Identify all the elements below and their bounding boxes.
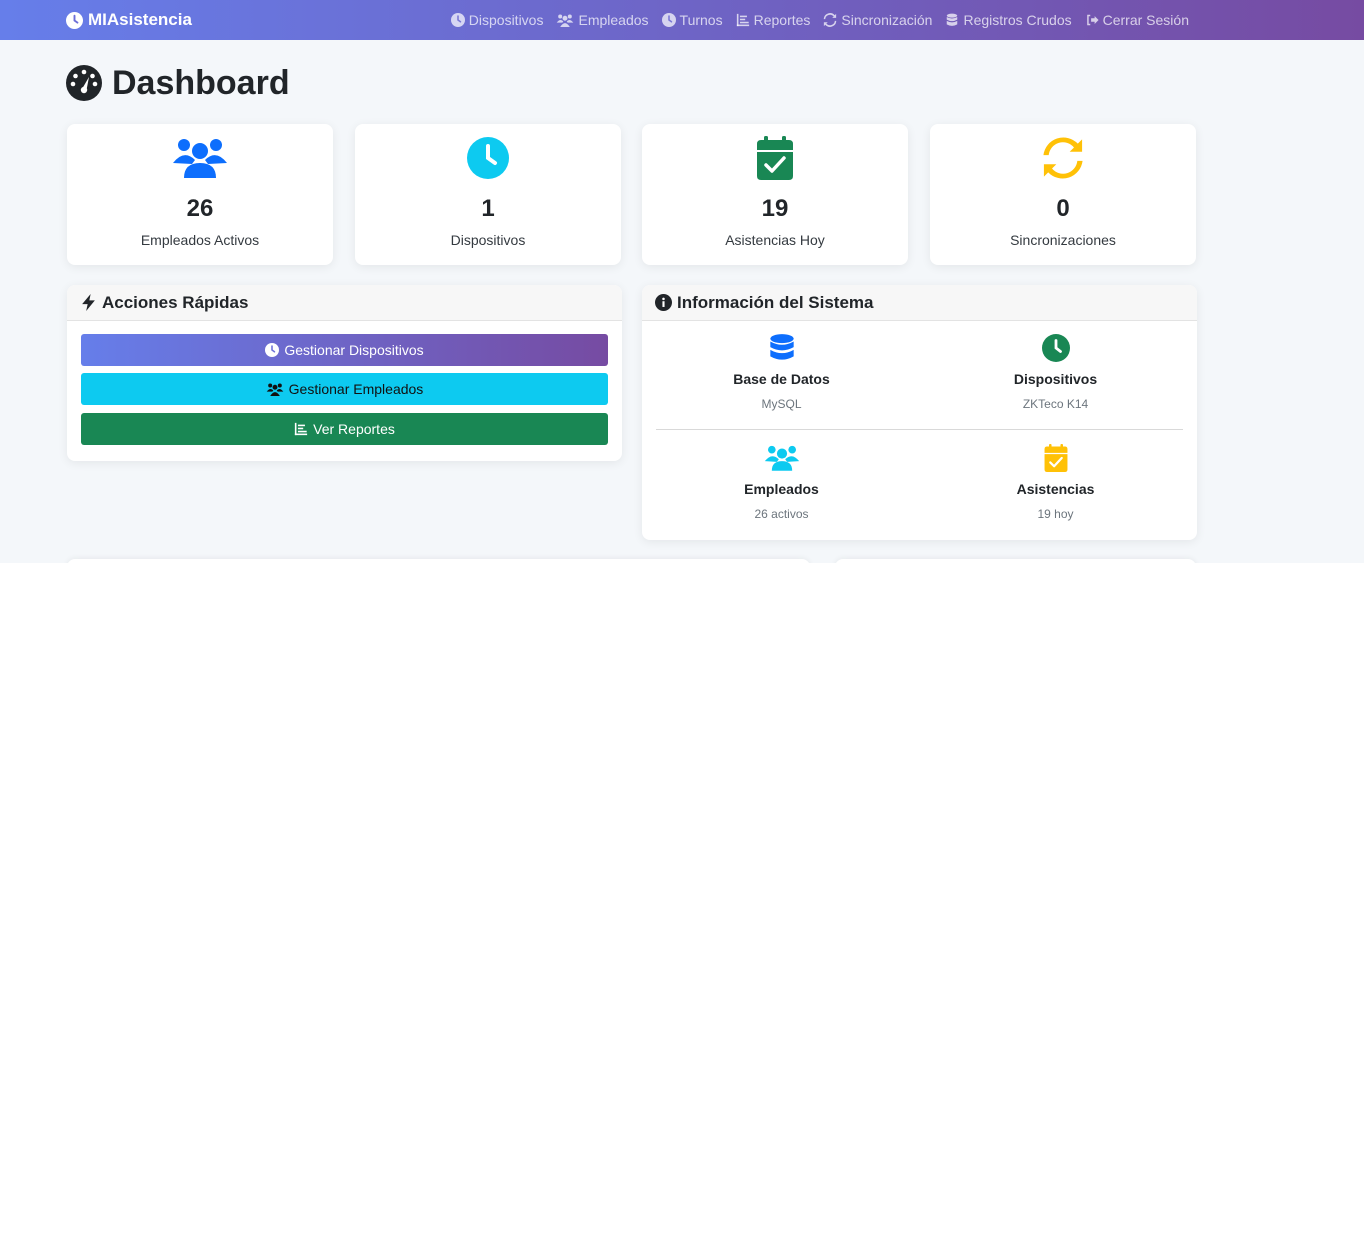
nav-link-label: Sincronización — [841, 12, 933, 28]
nav-link-label: Turnos — [679, 12, 723, 28]
info-devices: Dispositivos ZKTeco K14 — [923, 334, 1188, 411]
nav-link-empleados[interactable]: Empleados — [556, 12, 649, 28]
nav-link-label: Empleados — [578, 12, 649, 28]
stat-card-dispositivos: 1 Dispositivos — [355, 124, 621, 265]
info-value: MySQL — [761, 397, 802, 411]
nav-link-label: Reportes — [753, 12, 811, 28]
stat-value: 19 — [761, 195, 789, 222]
main-content: Dashboard 26 Empleados Activos 1 Disposi… — [0, 40, 1364, 563]
nav-link-dispositivos[interactable]: Dispositivos — [450, 12, 544, 28]
nav-link-label: Registros Crudos — [963, 12, 1072, 28]
info-title: Dispositivos — [1013, 371, 1098, 387]
nav-link-turnos[interactable]: Turnos — [661, 12, 723, 28]
stat-label: Empleados Activos — [140, 232, 260, 248]
stat-value: 0 — [1056, 195, 1070, 222]
nav-link-sincronizacion[interactable]: Sincronización — [823, 12, 932, 28]
stat-value: 1 — [481, 195, 495, 222]
manage-employees-button[interactable]: Gestionar Empleados — [81, 373, 608, 405]
system-info-title: Información del Sistema — [677, 292, 874, 312]
clock-icon — [467, 137, 509, 179]
nav-link-cerrar-sesion[interactable]: Cerrar Sesión — [1085, 12, 1189, 28]
info-title: Empleados — [744, 481, 819, 497]
info-value: 26 activos — [754, 507, 809, 521]
button-label: Ver Reportes — [313, 421, 395, 437]
quick-actions-header: Acciones Rápidas — [67, 285, 622, 321]
database-icon — [947, 13, 958, 26]
clock-icon — [450, 13, 465, 27]
calendar-check-icon — [1044, 444, 1067, 472]
stat-value: 26 — [186, 195, 214, 222]
database-icon — [769, 334, 794, 360]
info-attendance: Asistencias 19 hoy — [923, 444, 1188, 521]
brand-name: MIAsistencia — [88, 10, 192, 29]
users-icon — [764, 445, 799, 471]
info-employees: Empleados 26 activos — [649, 444, 914, 521]
info-value: ZKTeco K14 — [1022, 397, 1089, 411]
system-info-header: Información del Sistema — [642, 285, 1197, 321]
brand-link[interactable]: MIAsistencia — [66, 0, 192, 40]
sync-icon — [1043, 137, 1083, 179]
users-icon — [266, 383, 283, 396]
sync-icon — [824, 13, 837, 27]
info-title: Asistencias — [1016, 481, 1095, 497]
clock-icon — [1041, 334, 1070, 362]
nav-link-label: Dispositivos — [468, 12, 544, 28]
manage-devices-button[interactable]: Gestionar Dispositivos — [81, 334, 608, 366]
stat-label: Asistencias Hoy — [725, 232, 825, 248]
stat-card-asistencias: 19 Asistencias Hoy — [642, 124, 908, 265]
quick-actions-title: Acciones Rápidas — [102, 292, 249, 312]
lower-card-right — [835, 559, 1196, 563]
clock-icon — [66, 11, 83, 29]
info-value: 19 hoy — [1037, 507, 1074, 521]
info-divider — [656, 429, 1183, 430]
nav-link-registros-crudos[interactable]: Registros Crudos — [945, 12, 1072, 28]
users-icon — [557, 14, 574, 27]
nav-link-reportes[interactable]: Reportes — [736, 12, 811, 28]
page-title: Dashboard — [66, 62, 290, 104]
nav-link-label: Cerrar Sesión — [1102, 12, 1189, 28]
users-icon — [173, 139, 227, 178]
lower-card-left — [67, 559, 810, 563]
nav-links: Dispositivos Empleados Turnos Reportes S… — [450, 0, 1189, 40]
button-label: Gestionar Empleados — [288, 381, 424, 397]
system-info-panel: Información del Sistema Base de Datos My… — [642, 285, 1197, 540]
page-title-text: Dashboard — [112, 63, 290, 102]
bolt-icon — [82, 294, 95, 311]
info-title: Base de Datos — [733, 371, 830, 387]
logout-icon — [1086, 14, 1099, 26]
stat-label: Sincronizaciones — [1010, 232, 1116, 248]
chart-icon — [736, 13, 749, 27]
clock-icon — [265, 343, 280, 357]
tachometer-icon — [66, 65, 102, 101]
calendar-check-icon — [757, 136, 793, 180]
top-navbar: MIAsistencia Dispositivos Empleados Turn… — [0, 0, 1364, 40]
info-database: Base de Datos MySQL — [649, 334, 914, 411]
info-circle-icon — [655, 294, 672, 311]
button-label: Gestionar Dispositivos — [284, 342, 424, 358]
stat-label: Dispositivos — [450, 232, 526, 248]
stat-card-sincronizaciones: 0 Sincronizaciones — [930, 124, 1196, 265]
view-reports-button[interactable]: Ver Reportes — [81, 413, 608, 445]
stat-card-empleados: 26 Empleados Activos — [67, 124, 333, 265]
quick-actions-panel: Acciones Rápidas Gestionar Dispositivos … — [67, 285, 622, 461]
clock-icon — [661, 13, 676, 27]
chart-icon — [295, 422, 308, 436]
